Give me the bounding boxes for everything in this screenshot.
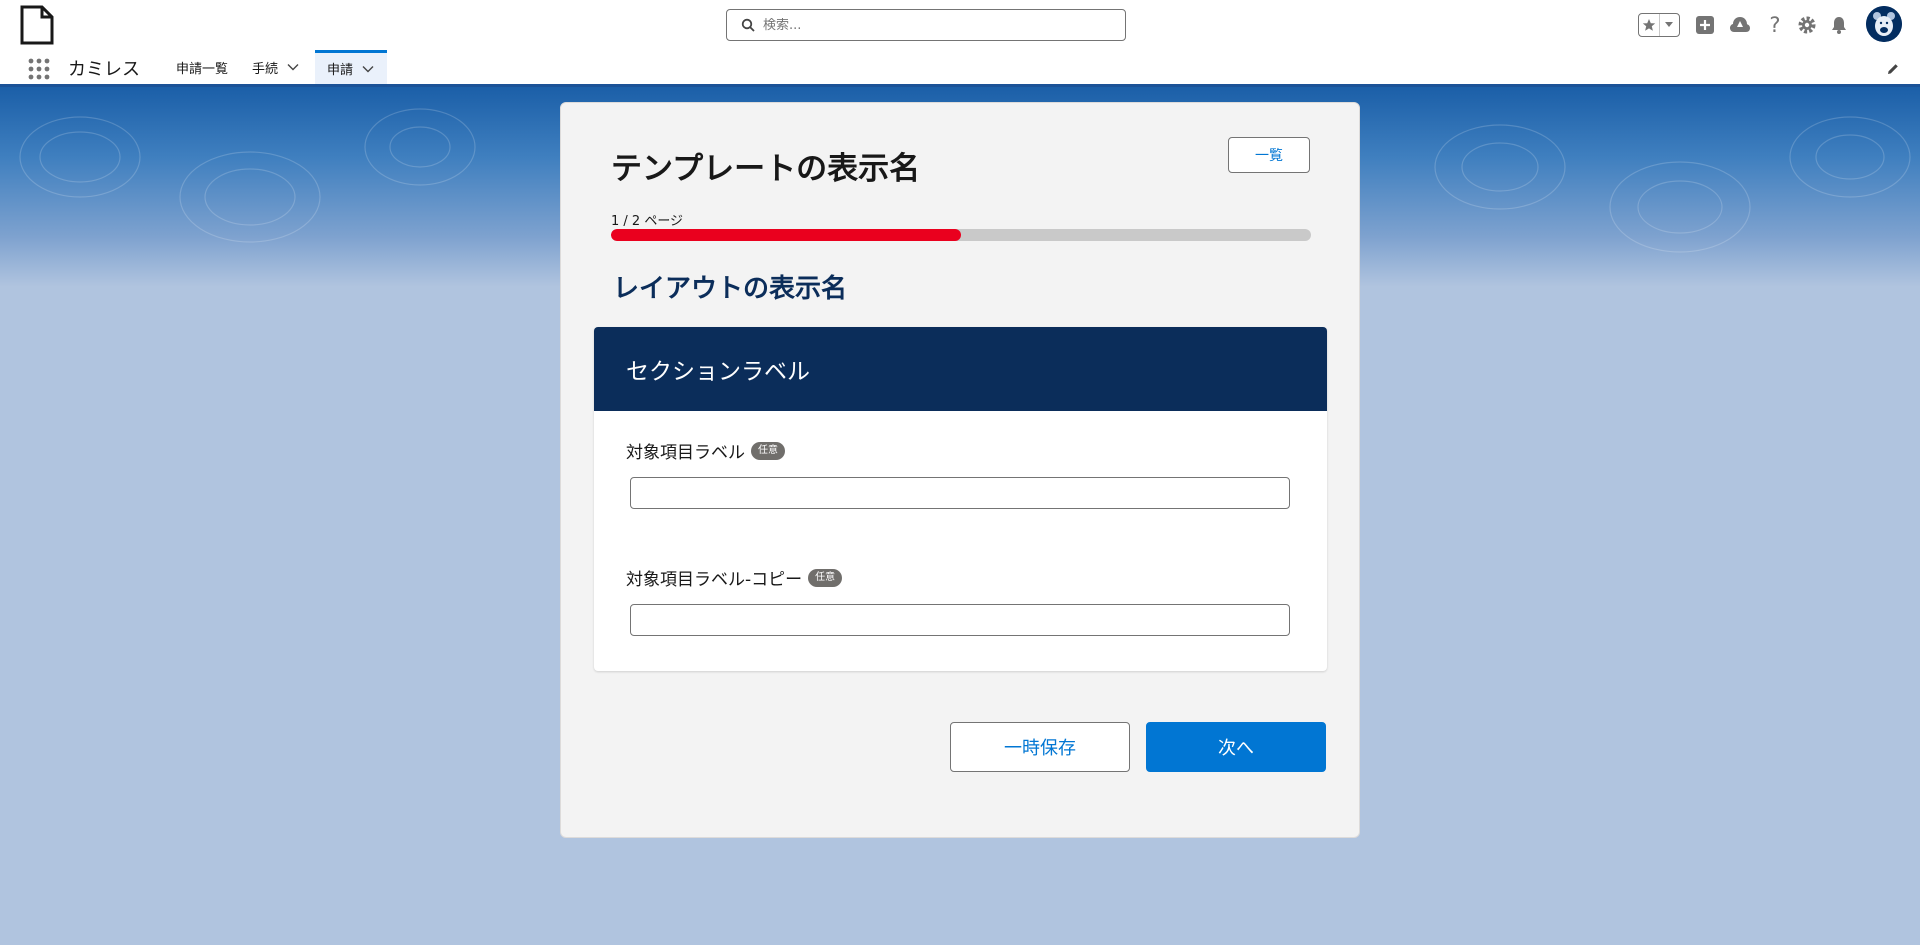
favorites-dropdown-icon[interactable] — [1658, 14, 1679, 36]
favorites-star-icon[interactable] — [1639, 14, 1659, 36]
application-form-card: テンプレートの表示名 一覧 1 / 2 ページ レイアウトの表示名 セクションラ… — [560, 102, 1360, 838]
trailhead-icon[interactable] — [1727, 12, 1753, 38]
layout-title: レイアウトの表示名 — [613, 274, 848, 304]
chevron-down-icon[interactable] — [286, 60, 300, 74]
app-name: カミレス — [68, 59, 140, 80]
field-label-target-item: 対象項目ラベル 任意 — [626, 438, 785, 463]
navigation-bar: カミレス 申請一覧 手続 申請 — [0, 50, 1920, 87]
page-progress-bar — [611, 229, 1311, 241]
target-item-copy-input[interactable] — [630, 604, 1290, 636]
nav-item-label: 申請一覧 — [176, 61, 229, 77]
nav-item-application[interactable]: 申請 — [315, 50, 388, 84]
save-draft-button[interactable]: 一時保存 — [950, 722, 1130, 772]
nav-item-procedures[interactable]: 手続 — [240, 50, 312, 84]
field-label-target-item-copy: 対象項目ラベル-コピー 任意 — [626, 565, 843, 590]
setup-gear-icon[interactable] — [1794, 12, 1820, 38]
search-icon — [741, 18, 755, 32]
section-header: セクションラベル — [594, 327, 1327, 411]
nav-item-application-list[interactable]: 申請一覧 — [164, 50, 240, 84]
global-actions-plus-icon[interactable] — [1692, 12, 1718, 38]
page-progress-fill — [611, 229, 961, 241]
template-title: テンプレートの表示名 — [611, 151, 921, 187]
user-avatar[interactable] — [1866, 6, 1902, 42]
app-launcher-icon[interactable] — [28, 58, 50, 80]
target-item-input[interactable] — [630, 477, 1290, 509]
chevron-down-icon[interactable] — [361, 62, 375, 76]
next-button[interactable]: 次へ — [1146, 722, 1326, 772]
field-label-text: 対象項目ラベル — [626, 443, 745, 463]
list-button[interactable]: 一覧 — [1228, 137, 1310, 173]
bear-avatar-icon — [1866, 6, 1902, 42]
help-icon[interactable]: ? — [1762, 12, 1788, 38]
page-progress-label: 1 / 2 ページ — [611, 214, 684, 229]
document-logo-icon[interactable] — [20, 5, 54, 45]
search-input[interactable] — [763, 17, 1103, 33]
global-search[interactable] — [726, 9, 1126, 41]
form-section: セクションラベル 対象項目ラベル 任意 対象項目ラベル-コピー 任意 — [594, 327, 1327, 671]
nav-item-label: 手続 — [252, 61, 279, 77]
optional-badge: 任意 — [808, 568, 843, 587]
global-header: ? — [0, 0, 1920, 50]
edit-nav-pencil-icon[interactable] — [1886, 62, 1900, 76]
optional-badge: 任意 — [751, 441, 785, 460]
notifications-bell-icon[interactable] — [1826, 12, 1852, 38]
nav-item-label: 申請 — [327, 63, 354, 78]
favorites-group — [1638, 13, 1680, 37]
field-label-text: 対象項目ラベル-コピー — [626, 570, 803, 590]
